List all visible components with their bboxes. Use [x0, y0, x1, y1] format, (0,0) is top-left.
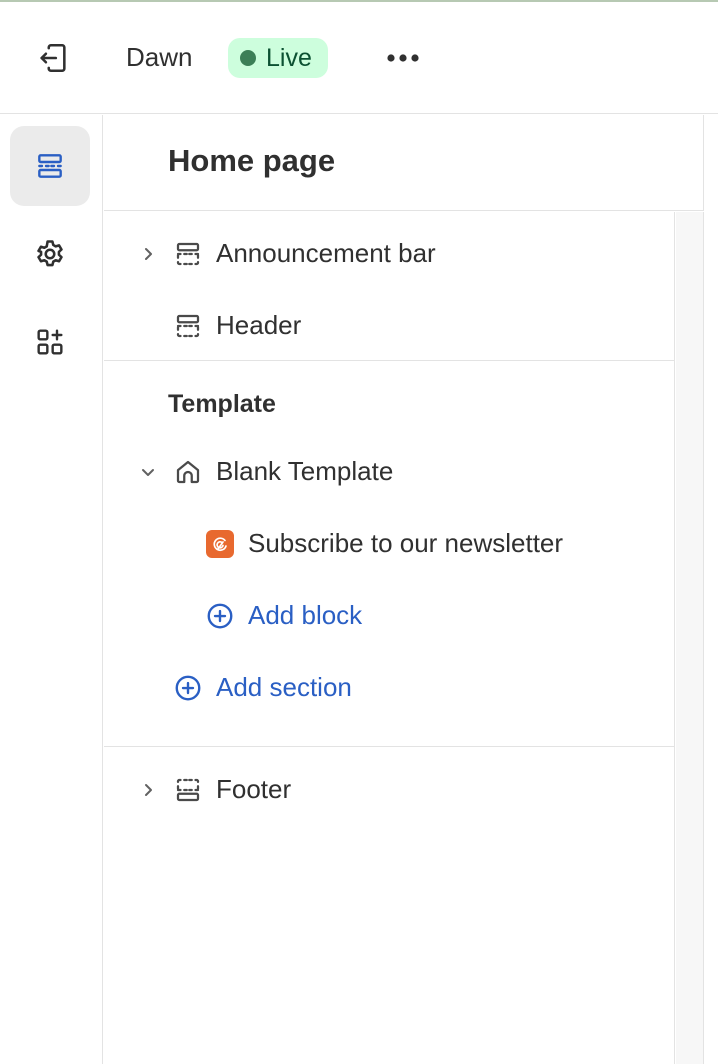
exit-icon — [40, 43, 66, 73]
status-dot — [240, 50, 256, 66]
panel-header: Home page — [104, 115, 704, 211]
tree-item-announcement-bar[interactable]: Announcement bar — [104, 226, 675, 282]
chevron-right-icon[interactable] — [136, 242, 160, 266]
section-divider — [104, 360, 675, 361]
add-block-button[interactable]: Add block — [104, 588, 675, 644]
home-icon — [172, 456, 204, 488]
template-group-title: Template — [168, 390, 276, 418]
add-block-label: Add block — [248, 600, 363, 630]
theme-name: Dawn — [126, 42, 193, 72]
tree-item-label: Announcement bar — [216, 238, 436, 268]
tree-item-footer[interactable]: Footer — [104, 762, 675, 818]
tree-item-label: Blank Template — [216, 456, 394, 486]
app-block-icon — [204, 528, 236, 560]
apps-icon — [37, 329, 63, 355]
page-title: Home page — [168, 143, 336, 178]
gear-icon — [37, 240, 63, 267]
plus-circle-icon — [204, 600, 236, 632]
tree-item-newsletter-block[interactable]: Subscribe to our newsletter — [104, 516, 675, 572]
plus-circle-icon — [172, 672, 204, 704]
panel-scroll-gutter — [676, 212, 704, 1064]
section-dashed-bottom-icon — [172, 774, 204, 806]
rail-settings-button[interactable] — [10, 214, 90, 294]
chevron-right-icon[interactable] — [136, 778, 160, 802]
top-bar: Dawn Live — [0, 2, 718, 114]
tree-item-label: Subscribe to our newsletter — [248, 528, 564, 558]
tree-item-label: Footer — [216, 774, 292, 804]
add-section-label: Add section — [216, 672, 352, 702]
tree-item-blank-template[interactable]: Blank Template — [104, 444, 675, 500]
section-divider — [104, 746, 675, 747]
rail-sections-button[interactable] — [10, 126, 90, 206]
left-rail — [0, 115, 103, 1064]
status-badge: Live — [228, 38, 328, 78]
tree-item-header[interactable]: Header — [104, 298, 675, 354]
chevron-down-icon[interactable] — [136, 460, 160, 484]
add-section-button[interactable]: Add section — [104, 660, 675, 716]
more-actions-button[interactable] — [380, 38, 426, 78]
sections-icon — [38, 154, 62, 178]
ellipsis-icon — [387, 54, 419, 62]
exit-button[interactable] — [30, 38, 76, 78]
sections-tree: Announcement bar Header Template Blank T… — [104, 212, 675, 1064]
section-dashed-top-icon — [172, 238, 204, 270]
rail-apps-button[interactable] — [10, 302, 90, 382]
status-badge-label: Live — [266, 43, 312, 72]
tree-item-label: Header — [216, 310, 302, 340]
section-dashed-top-icon — [172, 310, 204, 342]
